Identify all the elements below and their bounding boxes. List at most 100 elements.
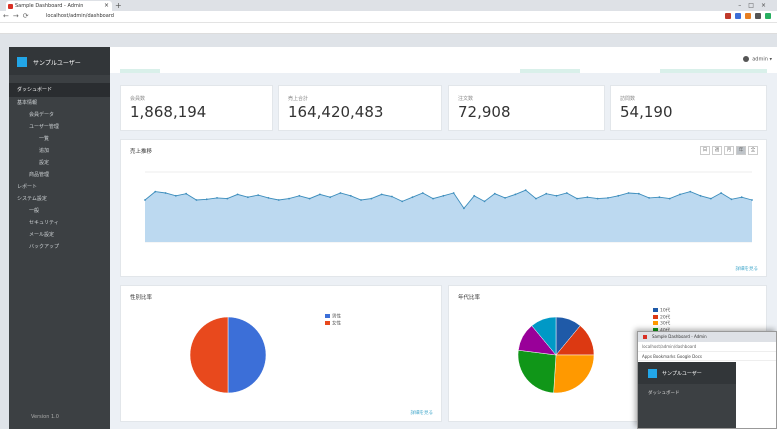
sidebar-item[interactable]: システム設定 bbox=[9, 193, 110, 205]
data-point bbox=[329, 196, 332, 199]
data-point bbox=[514, 193, 517, 196]
data-point bbox=[658, 196, 661, 199]
more-link[interactable]: 詳細を見る bbox=[411, 410, 434, 416]
range-button[interactable]: 年 bbox=[736, 146, 746, 155]
data-point bbox=[298, 194, 301, 197]
sidebar-item[interactable]: 会員データ bbox=[9, 109, 110, 121]
sidebar-menu: ダッシュボード 基本情報 会員データ ユーザー管理 一覧 追加 設定 商品管理 レポート システム… bbox=[9, 83, 110, 253]
bookmark-item[interactable]: Maps bbox=[205, 32, 223, 33]
user-label: admin bbox=[752, 56, 768, 63]
popup-brand-name: サンプルユーザー bbox=[662, 371, 702, 377]
favicon-icon bbox=[643, 335, 647, 339]
sidebar-item[interactable]: セキュリティ bbox=[9, 217, 110, 229]
range-button[interactable]: 週 bbox=[712, 146, 722, 155]
data-point bbox=[195, 199, 198, 201]
browser-tab[interactable]: Sample Dashboard - Admin × bbox=[6, 1, 112, 11]
data-point bbox=[596, 197, 599, 200]
popup-address-bar[interactable]: localhost/admin/dashboard bbox=[638, 342, 776, 352]
popup-tab-title: Sample Dashboard - Admin bbox=[652, 334, 707, 339]
data-point bbox=[740, 196, 743, 199]
legend-label: 男性 bbox=[332, 314, 341, 320]
kpi-value: 164,420,483 bbox=[288, 103, 384, 121]
series-area bbox=[145, 190, 752, 242]
more-link[interactable]: 詳細を見る bbox=[736, 266, 759, 272]
user-icon bbox=[743, 56, 750, 62]
data-point bbox=[627, 192, 630, 194]
data-point bbox=[545, 192, 548, 195]
bookmark-item[interactable]: Tools bbox=[231, 32, 248, 33]
data-point bbox=[535, 197, 537, 200]
data-point bbox=[318, 193, 321, 196]
data-point bbox=[288, 197, 290, 200]
sidebar-item[interactable]: 基本情報 bbox=[9, 97, 110, 109]
data-point bbox=[679, 193, 681, 196]
data-point bbox=[617, 194, 620, 197]
popup-tab[interactable]: Sample Dashboard - Admin bbox=[638, 332, 776, 342]
sidebar-item[interactable]: 設定 bbox=[9, 157, 110, 169]
bookmark-item[interactable]: Google bbox=[73, 32, 95, 33]
kpi-label: 訪問数 bbox=[620, 96, 636, 102]
data-point bbox=[668, 197, 671, 200]
bookmark-item[interactable]: Drive bbox=[129, 32, 147, 33]
data-point bbox=[565, 192, 568, 194]
legend-swatch bbox=[325, 314, 330, 318]
data-point bbox=[483, 200, 486, 203]
data-point bbox=[246, 196, 249, 199]
sidebar-item[interactable]: 商品管理 bbox=[9, 169, 110, 181]
sidebar-item[interactable]: 一覧 bbox=[9, 133, 110, 145]
sidebar-item[interactable]: メール設定 bbox=[9, 229, 110, 241]
data-point bbox=[473, 194, 476, 197]
extension-icons[interactable] bbox=[725, 13, 771, 19]
bookmark-item[interactable]: Apps bbox=[8, 32, 25, 33]
sidebar-item[interactable]: バックアップ bbox=[9, 241, 110, 253]
popup-browser-window[interactable]: Sample Dashboard - Admin localhost/admin… bbox=[637, 331, 777, 429]
close-tab-icon[interactable]: × bbox=[104, 1, 109, 11]
sidebar-item[interactable]: 一般 bbox=[9, 205, 110, 217]
popup-menu-item[interactable]: ダッシュボード bbox=[638, 384, 736, 402]
data-point bbox=[648, 197, 651, 199]
bookmark-item[interactable]: Mail bbox=[155, 32, 170, 33]
data-point bbox=[174, 194, 177, 197]
brand-name: サンプルユーザー bbox=[33, 60, 81, 67]
sales-trend-card: 売上推移 日週月年全 詳細を見る bbox=[120, 139, 767, 277]
range-button[interactable]: 日 bbox=[700, 146, 710, 155]
address-bar[interactable]: localhost/admin/dashboard bbox=[46, 13, 114, 19]
data-point bbox=[349, 194, 352, 197]
data-point bbox=[504, 197, 506, 199]
data-point bbox=[411, 196, 414, 199]
data-point bbox=[607, 197, 609, 199]
pie-slice bbox=[517, 349, 557, 394]
sidebar-item[interactable]: レポート bbox=[9, 181, 110, 193]
brand[interactable]: サンプルユーザー bbox=[9, 47, 110, 75]
legend-swatch bbox=[653, 321, 658, 325]
data-point bbox=[432, 197, 434, 200]
kpi-label: 注文数 bbox=[458, 96, 474, 102]
bookmark-item[interactable]: News bbox=[178, 32, 196, 33]
range-button[interactable]: 月 bbox=[724, 146, 734, 155]
bookmark-item[interactable]: Bookmarks bbox=[33, 32, 65, 33]
data-point bbox=[463, 207, 465, 210]
sidebar-item[interactable]: ユーザー管理 bbox=[9, 121, 110, 133]
new-tab-icon[interactable]: + bbox=[115, 0, 122, 11]
data-point bbox=[421, 192, 424, 194]
bookmark-item[interactable]: Dev bbox=[286, 32, 301, 33]
kpi-value: 1,868,194 bbox=[130, 103, 207, 121]
sidebar-item[interactable]: 追加 bbox=[9, 145, 110, 157]
bookmark-item[interactable]: Reader bbox=[256, 32, 278, 33]
data-point bbox=[236, 193, 239, 196]
nav-buttons[interactable]: ←→⟳ bbox=[3, 12, 33, 20]
window-controls[interactable]: –□× bbox=[738, 0, 773, 11]
sidebar-item[interactable]: ダッシュボード bbox=[9, 83, 110, 97]
user-menu[interactable]: admin ▾ bbox=[743, 56, 772, 63]
bookmark-item[interactable]: Docs bbox=[103, 32, 120, 33]
data-point bbox=[493, 192, 496, 195]
data-point bbox=[442, 194, 445, 197]
legend: 男性 女性 bbox=[325, 314, 341, 327]
data-point bbox=[267, 197, 270, 199]
popup-sidebar: サンプルユーザー ダッシュボード bbox=[638, 362, 736, 428]
bookmark-item[interactable]: Links bbox=[309, 32, 327, 33]
range-button[interactable]: 全 bbox=[748, 146, 758, 155]
data-point bbox=[216, 197, 218, 199]
legend-label: 10代 bbox=[660, 308, 671, 314]
logo-icon bbox=[17, 57, 27, 67]
